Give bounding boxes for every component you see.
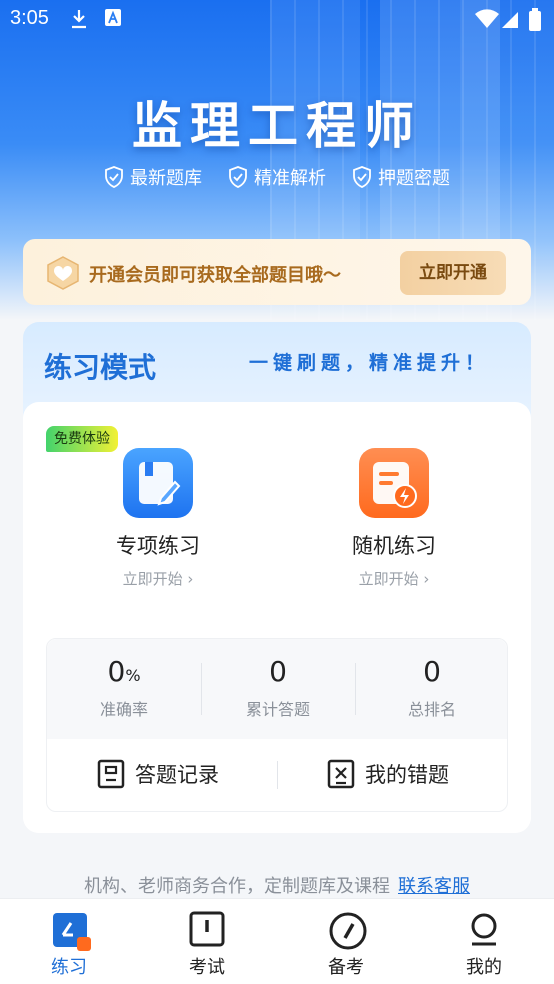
answer-record-button[interactable]: 答题记录 <box>97 759 219 789</box>
stat-value: 0 <box>423 655 441 688</box>
practice-tab-icon <box>51 911 91 951</box>
stat-unit: % <box>125 666 141 685</box>
shield-check-icon <box>353 166 371 188</box>
practice-slogan: 一键刷题，精准提升！ <box>249 352 490 374</box>
record-icon <box>97 759 125 789</box>
stat-value: 0 <box>269 655 287 688</box>
wifi-icon <box>475 9 499 28</box>
stat-value: 0 <box>107 655 126 688</box>
ranking-stat: 0 总排名 <box>355 655 509 720</box>
status-time: 3:05 <box>10 7 49 29</box>
stats-panel: 0% 准确率 0 累计答题 0 总排名 答题记录 我的错题 <box>46 638 508 812</box>
mode-name: 随机练习 <box>352 534 436 558</box>
vip-heart-badge-icon <box>47 256 79 290</box>
practice-mode-card: 练习模式 一键刷题，精准提升！ 免费体验 专项练习 立即开始 › 随机练习 立即… <box>23 322 531 833</box>
shield-check-icon <box>229 166 247 188</box>
stat-label: 准确率 <box>99 700 148 719</box>
signal-icon <box>502 12 518 28</box>
bottom-tab-bar: 练习 考试 备考 我的 <box>0 898 554 984</box>
tab-label: 我的 <box>466 957 502 978</box>
note-lightning-icon <box>359 448 429 518</box>
divider <box>277 761 278 789</box>
open-membership-button[interactable]: 立即开通 <box>400 251 506 295</box>
status-bar: 3:05 <box>0 0 554 38</box>
action-label: 答题记录 <box>135 763 219 787</box>
contact-service-link[interactable]: 联系客服 <box>398 876 470 897</box>
tab-mine[interactable]: 我的 <box>434 911 534 979</box>
feature-item: 精准解析 <box>228 164 326 190</box>
cooperation-text: 机构、老师商务合作，定制题库及课程 联系客服 <box>0 872 554 898</box>
record-actions: 答题记录 我的错题 <box>47 739 507 813</box>
feature-item: 押题密题 <box>352 164 450 190</box>
user-tab-icon <box>466 911 502 947</box>
wrong-questions-button[interactable]: 我的错题 <box>327 759 449 789</box>
tab-label: 练习 <box>51 957 87 978</box>
tab-label: 备考 <box>328 957 364 978</box>
practice-body: 免费体验 专项练习 立即开始 › 随机练习 立即开始 › 0% 准确率 0 累计… <box>23 402 531 833</box>
compass-tab-icon <box>328 911 367 950</box>
battery-icon <box>529 8 541 31</box>
book-pen-icon <box>123 448 193 518</box>
feature-label: 押题密题 <box>378 168 450 189</box>
special-practice-button[interactable]: 专项练习 立即开始 › <box>68 448 248 589</box>
accuracy-stat: 0% 准确率 <box>47 655 201 720</box>
mode-name: 专项练习 <box>116 534 200 558</box>
feature-label: 最新题库 <box>130 168 202 189</box>
total-answered-stat: 0 累计答题 <box>201 655 355 720</box>
tab-prepare[interactable]: 备考 <box>296 911 396 979</box>
tab-exam[interactable]: 考试 <box>157 911 257 979</box>
stat-label: 总排名 <box>407 700 456 719</box>
shield-check-icon <box>105 166 123 188</box>
random-practice-button[interactable]: 随机练习 立即开始 › <box>304 448 484 589</box>
page-title: 监理工程师 <box>132 97 422 155</box>
mode-start-link[interactable]: 立即开始 › <box>304 568 484 589</box>
practice-title: 练习模式 <box>44 351 157 384</box>
feature-label: 精准解析 <box>254 168 326 189</box>
stat-label: 累计答题 <box>245 700 310 719</box>
vip-banner[interactable]: 开通会员即可获取全部题目哦～ 立即开通 <box>23 239 531 305</box>
exam-tab-icon <box>189 911 225 947</box>
wrong-book-icon <box>327 759 355 789</box>
keyboard-a-icon <box>105 9 121 26</box>
download-icon <box>72 10 86 29</box>
cooperation-label: 机构、老师商务合作，定制题库及课程 <box>84 876 390 897</box>
mode-start-link[interactable]: 立即开始 › <box>68 568 248 589</box>
feature-list: 最新题库 精准解析 押题密题 <box>0 164 554 190</box>
feature-item: 最新题库 <box>104 164 202 190</box>
vip-banner-text: 开通会员即可获取全部题目哦～ <box>89 265 341 286</box>
action-label: 我的错题 <box>365 763 449 787</box>
tab-practice[interactable]: 练习 <box>19 911 119 979</box>
tab-label: 考试 <box>189 957 225 978</box>
